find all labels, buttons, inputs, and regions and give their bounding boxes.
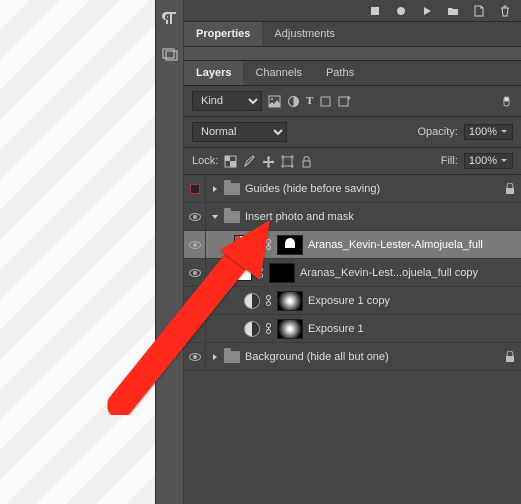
visibility-toggle[interactable] [184,287,206,315]
visibility-toggle[interactable] [184,203,206,231]
mask-thumbnail[interactable] [269,263,295,283]
filter-kind-select[interactable]: Kind [192,91,262,111]
layer-name[interactable]: Aranas_Kevin-Lester-Almojuela_full [308,239,515,251]
fill-label: Fill: [441,155,458,167]
layer-exposure[interactable]: Exposure 1 [184,315,521,343]
visibility-toggle[interactable] [184,343,206,371]
play-icon[interactable] [421,5,433,17]
layer-list: Guides (hide before saving) Insert photo… [184,175,521,504]
lock-label: Lock: [192,155,218,167]
panel-area: Properties Adjustments Layers Channels P… [155,0,521,504]
folder-icon [224,351,240,363]
layer-name[interactable]: Guides (hide before saving) [245,183,500,195]
filter-type-icon[interactable]: T [306,95,313,107]
opacity-value[interactable]: 100% [464,124,513,140]
hidden-icon [190,184,200,194]
properties-body [184,47,521,61]
filter-smart-icon[interactable] [338,95,351,108]
visibility-toggle[interactable] [184,259,206,287]
filter-image-icon[interactable] [268,95,281,108]
action-bar [184,0,521,22]
link-icon[interactable] [257,267,264,278]
tabrow-properties: Properties Adjustments [184,22,521,47]
lock-row: Lock: Fill: 100% [184,148,521,175]
chevron-right-icon[interactable] [211,353,219,361]
mask-thumbnail[interactable] [277,235,303,255]
eye-icon [189,213,201,221]
tab-paths[interactable]: Paths [314,61,366,85]
canvas-area [0,0,155,504]
lock-move-icon[interactable] [262,155,275,168]
eye-icon [189,353,201,361]
lock-artboard-icon[interactable] [281,155,294,168]
visibility-toggle[interactable] [184,315,206,343]
record-icon[interactable] [395,5,407,17]
pictures-icon[interactable] [162,46,178,62]
chevron-down-icon[interactable] [211,213,219,221]
layer-group-insert[interactable]: Insert photo and mask [184,203,521,231]
link-icon[interactable] [265,295,272,306]
layer-thumbnail[interactable] [234,265,252,281]
visibility-toggle[interactable] [184,175,206,203]
stop-icon[interactable] [369,5,381,17]
layer-name[interactable]: Aranas_Kevin-Lest...ojuela_full copy [300,267,515,279]
layer-photo-selected[interactable]: Aranas_Kevin-Lester-Almojuela_full [184,231,521,259]
blend-mode-select[interactable]: Normal [192,122,287,142]
layer-name[interactable]: Exposure 1 [308,323,515,335]
lock-transparency-icon[interactable] [224,155,237,168]
new-icon[interactable] [473,5,485,17]
layer-thumbnail[interactable] [234,235,260,255]
folder-icon [224,183,240,195]
lock-all-icon[interactable] [300,155,313,168]
filter-switch-icon[interactable] [500,95,513,108]
layer-name[interactable]: Exposure 1 copy [308,295,515,307]
layer-group-guides[interactable]: Guides (hide before saving) [184,175,521,203]
link-icon[interactable] [265,323,272,334]
eye-icon [189,297,201,305]
adjustment-icon [244,321,260,337]
blend-row: Normal Opacity: 100% [184,117,521,148]
layer-name[interactable]: Background (hide all but one) [245,351,500,363]
folder-icon[interactable] [447,5,459,17]
layer-exposure-copy[interactable]: Exposure 1 copy [184,287,521,315]
eye-icon [189,269,201,277]
tab-layers[interactable]: Layers [184,61,243,85]
visibility-toggle[interactable] [184,231,206,259]
fill-value[interactable]: 100% [464,153,513,169]
tab-adjustments[interactable]: Adjustments [262,22,347,46]
opacity-label: Opacity: [418,126,458,138]
layer-photo-copy[interactable]: Aranas_Kevin-Lest...ojuela_full copy [184,259,521,287]
layer-group-background[interactable]: Background (hide all but one) [184,343,521,371]
filter-shape-icon[interactable] [319,95,332,108]
paragraph-icon[interactable] [162,10,178,26]
panel-dock [156,0,184,504]
eye-icon [189,241,201,249]
trash-icon[interactable] [499,5,511,17]
chevron-right-icon[interactable] [211,185,219,193]
link-icon[interactable] [265,239,272,250]
lock-icon [505,183,515,195]
lock-icon [505,351,515,363]
panels: Properties Adjustments Layers Channels P… [184,0,521,504]
filter-adjust-icon[interactable] [287,95,300,108]
mask-thumbnail[interactable] [277,319,303,339]
lock-brush-icon[interactable] [243,155,256,168]
mask-thumbnail[interactable] [277,291,303,311]
tab-properties[interactable]: Properties [184,22,262,46]
tabrow-layers: Layers Channels Paths [184,61,521,86]
folder-icon [224,211,240,223]
adjustment-icon [244,293,260,309]
layer-filter-row: Kind T [184,86,521,117]
tab-channels[interactable]: Channels [243,61,313,85]
layer-name[interactable]: Insert photo and mask [245,211,515,223]
